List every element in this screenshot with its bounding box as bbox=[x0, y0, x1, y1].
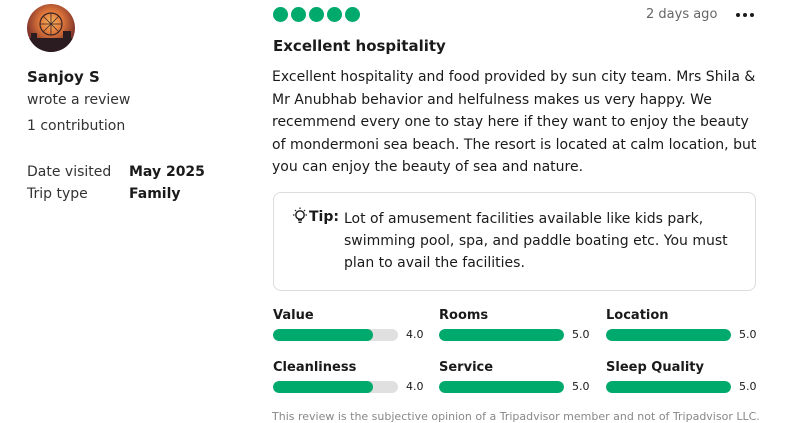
rating-score-value: 4.0 bbox=[406, 328, 424, 341]
reviewer-action: wrote a review bbox=[27, 92, 131, 108]
rating-fill bbox=[273, 329, 373, 341]
tip-text: Lot of amusement facilities available li… bbox=[344, 211, 728, 271]
rating-label-sleep-quality: Sleep Quality bbox=[606, 360, 704, 375]
avatar[interactable] bbox=[27, 4, 75, 52]
rating-label-location: Location bbox=[606, 308, 669, 323]
date-visited-value: May 2025 bbox=[129, 164, 205, 180]
rating-fill bbox=[439, 381, 564, 393]
contribution-count: 1 contribution bbox=[27, 118, 126, 134]
review-title[interactable]: Excellent hospitality bbox=[273, 37, 446, 55]
rating-fill bbox=[606, 329, 731, 341]
reviewer-name[interactable]: Sanjoy S bbox=[27, 68, 100, 86]
rating-label-service: Service bbox=[439, 360, 494, 375]
more-options-icon[interactable] bbox=[733, 3, 757, 27]
rating-label-value: Value bbox=[273, 308, 314, 323]
rating-bar-rooms bbox=[439, 329, 564, 341]
rating-fill bbox=[439, 329, 564, 341]
rating-bar-cleanliness bbox=[273, 381, 398, 393]
rating-bubble bbox=[273, 7, 288, 22]
rating-label-rooms: Rooms bbox=[439, 308, 489, 323]
rating-score-service: 5.0 bbox=[572, 380, 590, 393]
rating-score-rooms: 5.0 bbox=[572, 328, 590, 341]
lightbulb-icon bbox=[293, 207, 307, 224]
rating-bar-sleep-quality bbox=[606, 381, 731, 393]
rating-bubble bbox=[345, 7, 360, 22]
trip-type-label: Trip type bbox=[27, 186, 88, 202]
tip-label: Tip: bbox=[309, 209, 339, 225]
rating-bar-service bbox=[439, 381, 564, 393]
trip-type-value: Family bbox=[129, 186, 181, 202]
rating-bubble bbox=[291, 7, 306, 22]
rating-bar-location bbox=[606, 329, 731, 341]
rating-score-sleep-quality: 5.0 bbox=[739, 380, 757, 393]
review-text: Excellent hospitality and food provided … bbox=[272, 69, 757, 175]
rating-score-cleanliness: 4.0 bbox=[406, 380, 424, 393]
bubble-rating bbox=[273, 7, 360, 22]
rating-bar-value bbox=[273, 329, 398, 341]
rating-score-location: 5.0 bbox=[739, 328, 757, 341]
rating-fill bbox=[606, 381, 731, 393]
rating-fill bbox=[273, 381, 373, 393]
date-visited-label: Date visited bbox=[27, 164, 112, 180]
avatar-image bbox=[27, 12, 75, 52]
rating-bubble bbox=[309, 7, 324, 22]
rating-bubble bbox=[327, 7, 342, 22]
rating-label-cleanliness: Cleanliness bbox=[273, 360, 357, 375]
review-date: 2 days ago bbox=[646, 7, 718, 22]
